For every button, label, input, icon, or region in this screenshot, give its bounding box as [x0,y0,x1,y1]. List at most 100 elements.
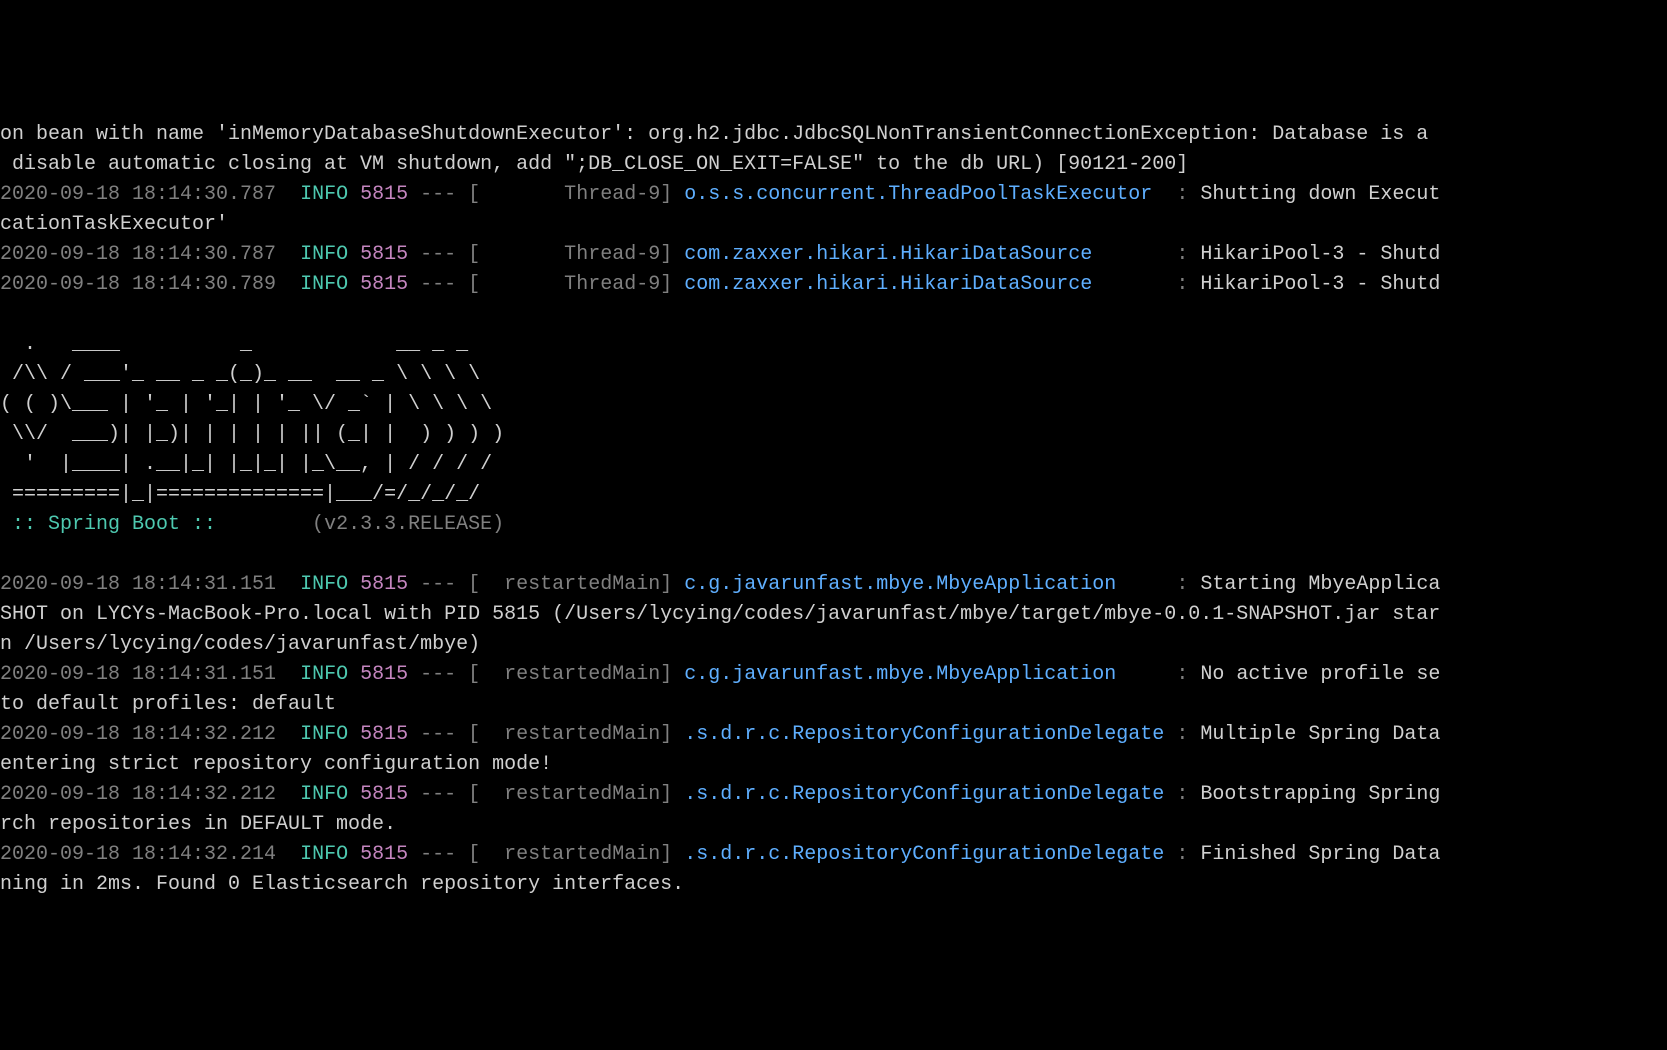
log-level: INFO [300,723,348,746]
separator: --- [420,243,456,266]
bracket-open: [ [468,663,480,686]
spring-ascii-art: /\\ / ___'_ __ _ _(_)_ __ __ _ \ \ \ \ [0,360,1667,390]
separator: --- [420,843,456,866]
bracket-close: ] [660,243,672,266]
separator: --- [420,183,456,206]
bracket-open: [ [468,183,480,206]
message: Shutting down Execut [1200,183,1440,206]
bracket-close: ] [660,273,672,296]
log-line: SHOT on LYCYs-MacBook-Pro.local with PID… [0,600,1667,630]
log-line: n /Users/lycying/codes/javarunfast/mbye) [0,630,1667,660]
pid: 5815 [360,573,408,596]
thread: restartedMain [480,843,660,866]
log-line: entering strict repository configuration… [0,750,1667,780]
bracket-open: [ [468,723,480,746]
logger: com.zaxxer.hikari.HikariDataSource [684,273,1164,296]
logger: c.g.javarunfast.mbye.MbyeApplication [684,573,1164,596]
terminal-output[interactable]: on bean with name 'inMemoryDatabaseShutd… [0,120,1667,900]
logger: .s.d.r.c.RepositoryConfigurationDelegate [684,783,1164,806]
logger: com.zaxxer.hikari.HikariDataSource [684,243,1164,266]
thread: restartedMain [480,573,660,596]
log-line: cationTaskExecutor' [0,210,1667,240]
log-level: INFO [300,573,348,596]
log-level: INFO [300,183,348,206]
message: Finished Spring Data [1200,843,1440,866]
separator: --- [420,573,456,596]
blank-line [0,300,1667,330]
separator: --- [420,783,456,806]
bracket-close: ] [660,723,672,746]
log-line: 2020-09-18 18:14:31.151 INFO 5815 --- [ … [0,570,1667,600]
log-level: INFO [300,783,348,806]
thread: restartedMain [480,723,660,746]
logger: .s.d.r.c.RepositoryConfigurationDelegate [684,843,1164,866]
logger: .s.d.r.c.RepositoryConfigurationDelegate [684,723,1164,746]
colon: : [1176,273,1188,296]
log-line: 2020-09-18 18:14:30.787 INFO 5815 --- [ … [0,180,1667,210]
bracket-close: ] [660,843,672,866]
thread: Thread-9 [480,183,660,206]
spring-boot-version: (v2.3.3.RELEASE) [228,513,504,536]
thread: restartedMain [480,663,660,686]
thread: Thread-9 [480,243,660,266]
thread: Thread-9 [480,273,660,296]
message: Multiple Spring Data [1200,723,1440,746]
spring-boot-label: :: Spring Boot :: [0,513,228,536]
pid: 5815 [360,663,408,686]
colon: : [1176,663,1188,686]
bracket-open: [ [468,843,480,866]
timestamp: 2020-09-18 18:14:31.151 [0,573,276,596]
log-level: INFO [300,843,348,866]
timestamp: 2020-09-18 18:14:31.151 [0,663,276,686]
spring-ascii-art: =========|_|==============|___/=/_/_/_/ [0,480,1667,510]
colon: : [1176,843,1188,866]
log-line: to default profiles: default [0,690,1667,720]
log-line: 2020-09-18 18:14:30.787 INFO 5815 --- [ … [0,240,1667,270]
pid: 5815 [360,783,408,806]
timestamp: 2020-09-18 18:14:32.212 [0,723,276,746]
pid: 5815 [360,273,408,296]
bracket-open: [ [468,243,480,266]
bracket-close: ] [660,663,672,686]
message: HikariPool-3 - Shutd [1200,243,1440,266]
bracket-open: [ [468,273,480,296]
bracket-close: ] [660,183,672,206]
message: HikariPool-3 - Shutd [1200,273,1440,296]
separator: --- [420,273,456,296]
separator: --- [420,723,456,746]
log-level: INFO [300,273,348,296]
logger: o.s.s.concurrent.ThreadPoolTaskExecutor [684,183,1164,206]
log-line: ning in 2ms. Found 0 Elasticsearch repos… [0,870,1667,900]
spring-ascii-art: . ____ _ __ _ _ [0,330,1667,360]
colon: : [1176,783,1188,806]
pid: 5815 [360,183,408,206]
log-line: disable automatic closing at VM shutdown… [0,150,1667,180]
thread: restartedMain [480,783,660,806]
bracket-close: ] [660,573,672,596]
timestamp: 2020-09-18 18:14:32.212 [0,783,276,806]
colon: : [1176,183,1188,206]
timestamp: 2020-09-18 18:14:30.789 [0,273,276,296]
separator: --- [420,663,456,686]
spring-ascii-art: ' |____| .__|_| |_|_| |_\__, | / / / / [0,450,1667,480]
bracket-open: [ [468,783,480,806]
log-line: on bean with name 'inMemoryDatabaseShutd… [0,120,1667,150]
log-line: rch repositories in DEFAULT mode. [0,810,1667,840]
log-line: 2020-09-18 18:14:32.212 INFO 5815 --- [ … [0,780,1667,810]
bracket-close: ] [660,783,672,806]
colon: : [1176,573,1188,596]
message: Bootstrapping Spring [1200,783,1440,806]
log-line: 2020-09-18 18:14:31.151 INFO 5815 --- [ … [0,660,1667,690]
logger: c.g.javarunfast.mbye.MbyeApplication [684,663,1164,686]
message: Starting MbyeApplica [1200,573,1440,596]
timestamp: 2020-09-18 18:14:30.787 [0,183,276,206]
pid: 5815 [360,843,408,866]
log-line: 2020-09-18 18:14:32.212 INFO 5815 --- [ … [0,720,1667,750]
spring-ascii-art: ( ( )\___ | '_ | '_| | '_ \/ _` | \ \ \ … [0,390,1667,420]
timestamp: 2020-09-18 18:14:30.787 [0,243,276,266]
log-level: INFO [300,663,348,686]
blank-line [0,540,1667,570]
pid: 5815 [360,723,408,746]
colon: : [1176,723,1188,746]
log-level: INFO [300,243,348,266]
